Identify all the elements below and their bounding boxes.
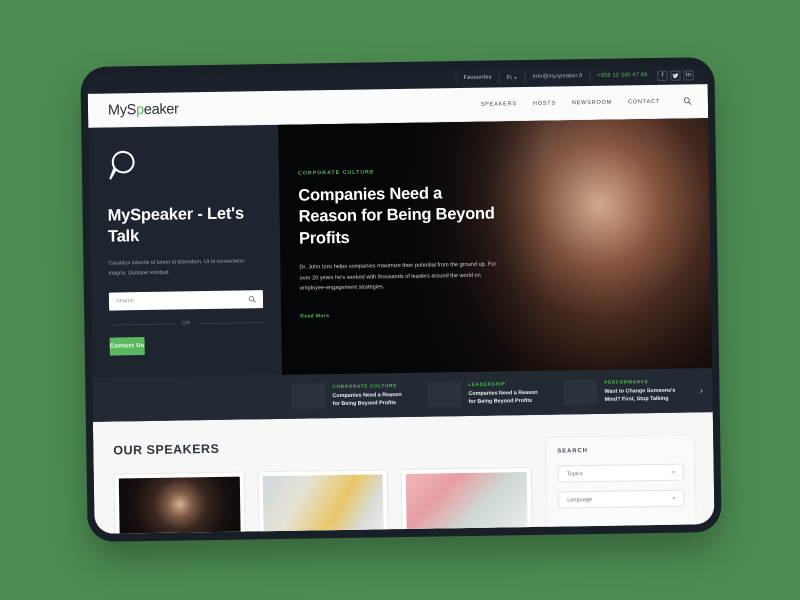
language-label: Fi <box>506 74 512 81</box>
carousel-card-title: Companies Need a Reason for Being Beyond… <box>468 389 538 405</box>
search-icon[interactable] <box>682 96 692 106</box>
sidebar-search-heading: SEARCH <box>557 448 588 455</box>
or-label: OR <box>182 320 191 327</box>
logo-text-prefix: MyS <box>107 101 137 119</box>
linkedin-icon[interactable]: in <box>683 69 694 81</box>
speakers-main-column: OUR SPEAKERS <box>113 437 533 534</box>
speaker-card[interactable] <box>113 471 246 534</box>
hero-body-text: Dr. John Izzo helps companies maximize t… <box>299 261 497 292</box>
panel-title: MySpeaker - Let's Talk <box>107 204 245 246</box>
carousel-card-category: PERFORMANCE <box>604 378 649 385</box>
page-title: OUR SPEAKERS <box>113 441 220 458</box>
page-background: Favourites Fi ▼ info@myspeaker.fi +358 1… <box>0 0 800 600</box>
main-navigation: SPEAKERS HOSTS NEWSROOM CONTACT <box>481 96 692 109</box>
chevron-down-icon: ▼ <box>513 74 518 80</box>
browser-viewport: Favourites Fi ▼ info@myspeaker.fi +358 1… <box>87 65 715 534</box>
chevron-down-icon: ▾ <box>672 469 675 476</box>
chevron-right-icon[interactable]: › <box>690 385 712 395</box>
language-dropdown-value: Language <box>567 496 593 503</box>
tablet-device-frame: Favourites Fi ▼ info@myspeaker.fi +358 1… <box>80 57 722 542</box>
language-switcher[interactable]: Fi ▼ <box>499 71 526 84</box>
carousel-thumbnail <box>563 378 598 406</box>
topics-dropdown[interactable]: Topics ▾ <box>557 463 684 483</box>
chevron-down-icon: ▾ <box>672 495 676 502</box>
topics-dropdown-value: Topics <box>566 470 583 477</box>
favourites-link[interactable]: Favourites <box>455 72 500 85</box>
carousel-card-category: LEADERSHIP <box>468 380 506 387</box>
hero-read-more-link[interactable]: Read More <box>300 313 329 319</box>
panel-search-box[interactable] <box>108 290 264 311</box>
social-links: f in <box>657 69 694 81</box>
carousel-card-title: Want to Change Someone's Mind? First, St… <box>604 387 676 403</box>
carousel-track: CORPORATE CULTURE Companies Need a Reaso… <box>282 368 713 419</box>
site-logo[interactable]: MyS p eaker <box>108 101 179 118</box>
carousel-card[interactable]: PERFORMANCE Want to Change Someone's Min… <box>554 368 691 414</box>
speaker-card-list <box>113 466 533 534</box>
search-filter-panel: SEARCH Topics ▾ Language ▾ <box>545 434 697 532</box>
nav-item-speakers[interactable]: SPEAKERS <box>481 101 517 108</box>
intro-panel: MySpeaker - Let's Talk Curabitur loborti… <box>88 124 283 378</box>
search-icon[interactable] <box>248 290 256 308</box>
language-dropdown[interactable]: Language ▾ <box>558 489 685 509</box>
phone-link[interactable]: +358 12 345 67 89 <box>590 70 657 82</box>
carousel-thumbnail <box>291 383 326 410</box>
carousel-card-category: CORPORATE CULTURE <box>332 382 398 389</box>
hero-row: MySpeaker - Let's Talk Curabitur loborti… <box>88 118 713 378</box>
divider-line-left <box>109 323 175 326</box>
speaker-photo <box>406 472 528 534</box>
search-input[interactable] <box>115 296 249 305</box>
carousel-card-title: Companies Need a Reason for Being Beyond… <box>332 391 402 408</box>
email-link[interactable]: info@myspeaker.fi <box>525 70 591 84</box>
twitter-icon[interactable] <box>670 70 681 81</box>
contact-us-button[interactable]: Contact Us <box>109 337 145 356</box>
speaker-card[interactable] <box>401 466 533 534</box>
carousel-thumbnail <box>427 381 462 408</box>
sidebar: SEARCH Topics ▾ Language ▾ TRENDING <box>545 434 697 532</box>
hero-copy: CORPORATE CULTURE Companies Need a Reaso… <box>278 121 511 323</box>
speaker-photo <box>118 476 241 534</box>
hero-title: Companies Need a Reason for Being Beyond… <box>298 184 495 248</box>
facebook-icon[interactable]: f <box>657 70 668 81</box>
carousel-card[interactable]: CORPORATE CULTURE Companies Need a Reaso… <box>282 373 419 419</box>
nav-item-hosts[interactable]: HOSTS <box>533 100 556 106</box>
hero-feature[interactable]: CORPORATE CULTURE Companies Need a Reaso… <box>278 118 713 375</box>
hero-category-label: CORPORATE CULTURE <box>297 169 375 177</box>
panel-description: Curabitur lobortis id lorem id bibendum.… <box>108 258 245 277</box>
divider-line-right <box>198 321 264 324</box>
speech-bubble-search-icon <box>107 149 142 184</box>
carousel-card[interactable]: LEADERSHIP Companies Need a Reason for B… <box>418 371 555 417</box>
speaker-photo <box>262 474 385 534</box>
nav-item-contact[interactable]: CONTACT <box>628 98 660 104</box>
logo-text-suffix: eaker <box>143 100 179 118</box>
nav-item-newsroom[interactable]: NEWSROOM <box>572 99 612 106</box>
speaker-card[interactable] <box>257 469 390 534</box>
or-divider: OR <box>109 319 264 327</box>
our-speakers-section: OUR SPEAKERS SEARCH Topics ▾ Language ▾ <box>92 412 715 534</box>
